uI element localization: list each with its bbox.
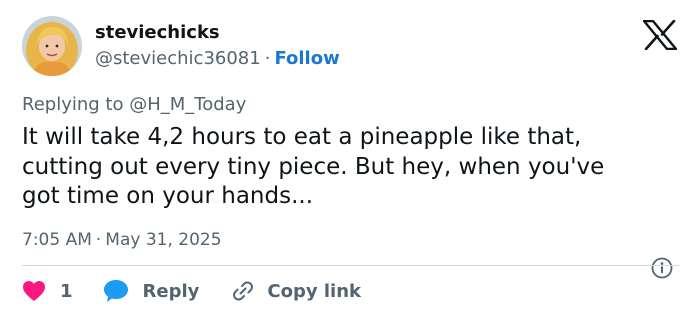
speech-bubble-icon bbox=[103, 280, 128, 302]
tweet-text: It will take 4,2 hours to eat a pineappl… bbox=[22, 123, 687, 212]
replying-prefix: Replying to bbox=[22, 94, 124, 115]
follow-button[interactable]: Follow bbox=[274, 48, 339, 69]
avatar[interactable] bbox=[22, 16, 82, 76]
link-icon bbox=[233, 281, 254, 301]
x-logo-icon[interactable] bbox=[642, 19, 678, 51]
replying-to: Replying to @H_M_Today bbox=[22, 93, 246, 117]
tweet-line: got time on your hands... bbox=[22, 183, 314, 209]
tweet-line: It will take 4,2 hours to eat a pineappl… bbox=[22, 124, 582, 150]
user-handle[interactable]: @steviechic36081 bbox=[95, 48, 261, 69]
tweet-time: 7:05 AM bbox=[22, 230, 92, 250]
handle-separator: · bbox=[264, 48, 271, 69]
handle-row: @steviechic36081 · Follow bbox=[95, 47, 340, 71]
replying-mention[interactable]: @H_M_Today bbox=[129, 94, 246, 115]
tweet-line: cutting out every tiny piece. But hey, w… bbox=[22, 153, 605, 180]
heart-icon bbox=[23, 281, 45, 301]
copy-link-button[interactable]: Copy link bbox=[229, 279, 361, 303]
reply-button[interactable]: Reply bbox=[103, 279, 200, 303]
reply-label: Reply bbox=[142, 280, 200, 302]
display-name[interactable]: steviechicks bbox=[95, 21, 220, 45]
meta-separator: · bbox=[95, 230, 102, 250]
tweet-timestamp[interactable]: 7:05 AM · May 31, 2025 bbox=[22, 228, 222, 252]
like-button[interactable]: 1 bbox=[22, 280, 73, 302]
tweet-date: May 31, 2025 bbox=[105, 230, 222, 250]
divider bbox=[22, 265, 679, 266]
like-count: 1 bbox=[60, 280, 73, 302]
copy-link-label: Copy link bbox=[267, 280, 361, 302]
avatar-photo bbox=[22, 16, 82, 76]
info-icon[interactable] bbox=[651, 257, 673, 279]
action-bar: 1 Reply Copy link bbox=[22, 278, 361, 304]
